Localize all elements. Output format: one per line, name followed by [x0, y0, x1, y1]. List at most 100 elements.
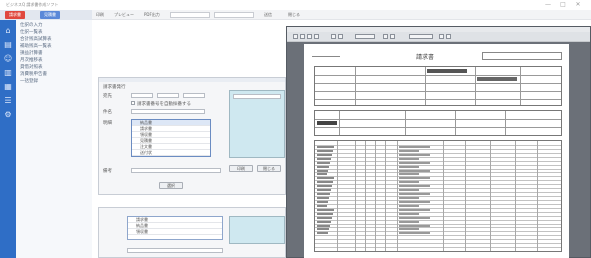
- detail-text-mark: [399, 185, 430, 188]
- detail-column-line: [397, 141, 398, 251]
- detail-text-mark: [399, 149, 419, 152]
- nav-link[interactable]: 一括登録: [20, 78, 38, 84]
- detail-text-mark: [399, 193, 430, 196]
- detail-text-mark: [317, 173, 327, 176]
- next-page-icon[interactable]: [307, 34, 312, 39]
- fit-page-icon[interactable]: [439, 34, 444, 39]
- detail-row-line: [315, 207, 561, 209]
- detail-text-mark: [317, 189, 331, 192]
- detail-column-line: [355, 141, 356, 251]
- prev-page-icon[interactable]: [300, 34, 305, 39]
- detail-row-line: [315, 144, 561, 146]
- detail-row-line: [315, 148, 561, 150]
- close-dialog-button[interactable]: 閉じる: [257, 165, 281, 172]
- detail-text-mark: [317, 212, 333, 215]
- detail-row-line: [315, 203, 561, 205]
- recipient-line: [312, 50, 340, 57]
- minimize-button[interactable]: —: [543, 1, 553, 9]
- detail-row-line: [315, 192, 561, 194]
- home-icon[interactable]: ⌂: [3, 26, 13, 36]
- nav-link[interactable]: 月次推移表: [20, 57, 43, 63]
- close-button[interactable]: ✕: [573, 1, 583, 9]
- calculator-icon[interactable]: ▦: [3, 82, 13, 92]
- detail-row-line: [315, 156, 561, 158]
- detail-text-mark: [317, 165, 329, 168]
- form-title: 請求書発行: [103, 85, 126, 90]
- detail-text-mark: [317, 153, 332, 156]
- pdf-button[interactable]: PDF出力: [144, 12, 160, 18]
- nav-link[interactable]: 仕訳の入力: [20, 22, 43, 28]
- zoom-out-icon[interactable]: [338, 34, 343, 39]
- preview-button[interactable]: プレビュー: [114, 12, 134, 18]
- detail-row-line: [315, 196, 561, 197]
- auto-number-checkbox[interactable]: [131, 101, 135, 105]
- side-combo[interactable]: [233, 94, 281, 99]
- send-button[interactable]: 送信: [264, 12, 272, 18]
- detail-text-mark: [317, 197, 329, 199]
- detail-text-mark: [399, 177, 430, 180]
- list-icon[interactable]: ☰: [3, 96, 13, 106]
- detail-text-mark: [399, 228, 419, 231]
- detail-row-line: [315, 160, 561, 162]
- detail-text-mark: [317, 208, 334, 211]
- title-bar: ビジネスQ 請求書作成ソフト — □ ✕: [0, 0, 591, 10]
- items-list[interactable]: 納品書 請求書 領収書 見積書 注文書 送付状: [131, 119, 211, 157]
- nav-link[interactable]: 貸借対照表: [20, 64, 43, 70]
- invoice-paper: 請求書: [304, 44, 569, 258]
- nav-link[interactable]: 補助残高一覧表: [20, 43, 52, 49]
- detail-column-line: [443, 141, 444, 251]
- note-field[interactable]: [131, 168, 221, 173]
- detail-row-line: [315, 168, 561, 170]
- detail-text-mark: [399, 216, 430, 219]
- nav-tab-estimate[interactable]: 見積書: [40, 11, 60, 19]
- nav-tab-invoice[interactable]: 請求書: [5, 11, 25, 19]
- chart-icon[interactable]: ▥: [3, 68, 13, 78]
- detail-text-mark: [317, 232, 328, 235]
- invoice-number-box: [482, 52, 562, 60]
- toolbar-combo[interactable]: [170, 12, 210, 18]
- detail-column-line: [490, 141, 491, 251]
- nav-link[interactable]: 仕訳一覧表: [20, 29, 43, 35]
- print-icon[interactable]: [383, 34, 388, 39]
- save-icon[interactable]: [390, 34, 395, 39]
- secondary-list[interactable]: 請求書 納品書 領収書: [127, 216, 223, 240]
- toolbar-combo[interactable]: [214, 12, 254, 18]
- detail-text-mark: [317, 161, 330, 164]
- nav-link[interactable]: 合計残高試算表: [20, 36, 52, 42]
- document-icon[interactable]: ▤: [3, 40, 13, 50]
- page-number-field[interactable]: [409, 34, 433, 39]
- print-button[interactable]: 印刷: [96, 12, 104, 18]
- nav-link[interactable]: 消費税申告書: [20, 71, 47, 77]
- fit-width-icon[interactable]: [446, 34, 451, 39]
- detail-text-mark: [399, 212, 419, 215]
- detail-column-line: [465, 141, 466, 251]
- gear-icon[interactable]: ⚙: [3, 110, 13, 120]
- secondary-field[interactable]: [127, 248, 223, 253]
- destination-field[interactable]: [183, 93, 205, 98]
- detail-text-mark: [399, 181, 419, 184]
- detail-row-line: [315, 184, 561, 186]
- detail-text-mark: [399, 189, 419, 192]
- detail-row-line: [315, 199, 561, 201]
- list-item[interactable]: 送付状: [132, 150, 210, 156]
- detail-text-mark: [317, 157, 331, 160]
- zoom-in-icon[interactable]: [331, 34, 336, 39]
- subject-field[interactable]: [131, 109, 205, 114]
- first-page-icon[interactable]: [293, 34, 298, 39]
- detail-row-line: [315, 215, 561, 217]
- person-icon[interactable]: ☺: [3, 54, 13, 64]
- last-page-icon[interactable]: [314, 34, 319, 39]
- nav-link[interactable]: 損益計算書: [20, 50, 43, 56]
- close-view-button[interactable]: 閉じる: [288, 12, 300, 18]
- detail-text-mark: [317, 169, 328, 172]
- icon-rail: ⌂ ▤ ☺ ▥ ▦ ☰ ⚙: [0, 20, 16, 258]
- destination-field[interactable]: [131, 93, 153, 98]
- destination-field[interactable]: [157, 93, 179, 98]
- print-dialog-button[interactable]: 印刷: [229, 165, 253, 172]
- secondary-form-panel: 請求書 納品書 領収書: [98, 207, 286, 258]
- list-item[interactable]: 領収書: [128, 229, 222, 235]
- maximize-button[interactable]: □: [558, 1, 568, 9]
- detail-text-mark: [399, 200, 430, 203]
- zoom-combo[interactable]: [355, 34, 375, 39]
- select-button[interactable]: 選択: [159, 182, 183, 189]
